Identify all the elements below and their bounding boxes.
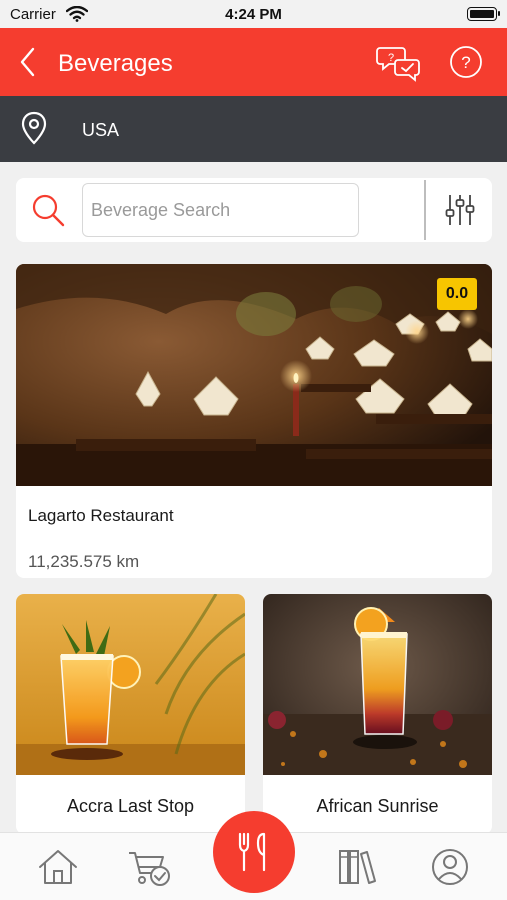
restaurant-photo [16, 264, 492, 486]
books-icon[interactable] [336, 847, 380, 887]
beverage-card[interactable]: African Sunrise [263, 594, 492, 834]
svg-text:?: ? [461, 53, 470, 72]
user-circle-icon[interactable] [428, 847, 472, 887]
clock: 4:24 PM [225, 6, 282, 23]
beverage-photo [16, 594, 245, 775]
chevron-left-icon[interactable] [14, 46, 44, 78]
chat-bubbles-icon[interactable]: ? [376, 44, 422, 82]
restaurant-card[interactable]: 0.0 Lagarto Restaurant 11,235.575 km [16, 264, 492, 578]
page-title: Beverages [58, 50, 173, 77]
cart-check-icon[interactable] [127, 847, 171, 887]
restaurant-distance: 11,235.575 km [28, 552, 140, 571]
search-bar [16, 178, 492, 242]
beverage-photo [263, 594, 492, 775]
search-icon[interactable] [30, 192, 66, 228]
location-bar[interactable]: USA [0, 96, 507, 162]
divider [424, 180, 426, 240]
home-icon[interactable] [36, 847, 80, 887]
svg-text:?: ? [388, 52, 394, 64]
beverage-name: Accra Last Stop [66, 796, 195, 816]
question-circle-icon[interactable]: ? [449, 45, 483, 79]
rating-badge: 0.0 [437, 278, 477, 310]
beverage-card[interactable]: Accra Last Stop [16, 594, 245, 834]
app-header: Beverages ? ? [0, 28, 507, 96]
location-pin-icon [21, 111, 47, 145]
fork-knife-icon [238, 832, 266, 872]
search-input[interactable] [82, 183, 359, 237]
battery-icon [467, 7, 500, 21]
menu-fab-button[interactable] [213, 811, 295, 893]
location-value: USA [82, 120, 120, 140]
restaurant-name: Lagarto Restaurant [28, 506, 174, 525]
status-bar: Carrier 4:24 PM [0, 0, 507, 28]
sliders-icon[interactable] [443, 192, 477, 228]
beverage-name: African Sunrise [316, 796, 439, 816]
